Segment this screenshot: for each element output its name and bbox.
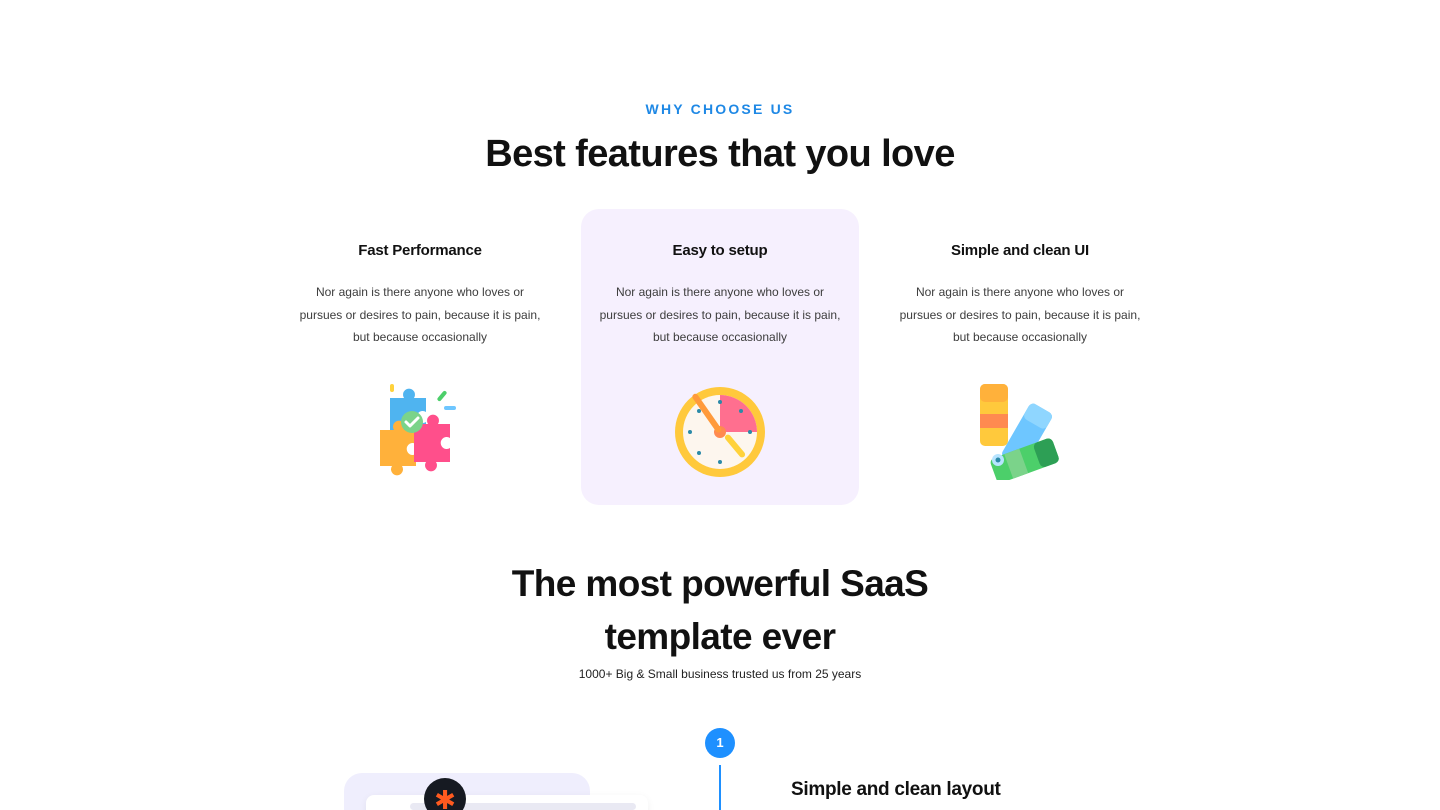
step-number-badge: 1 [705, 728, 735, 758]
feature-card-simple-ui: Simple and clean UI Nor again is there a… [881, 209, 1159, 505]
step-title: Simple and clean layout [791, 779, 1001, 800]
feature-title: Simple and clean UI [951, 242, 1089, 259]
step-connector-line [719, 765, 721, 810]
saas-title-line2: template ever [604, 616, 836, 657]
saas-title-line1: The most powerful SaaS [511, 563, 929, 604]
color-swatch-icon [980, 384, 1059, 480]
feature-card-easy-setup: Easy to setup Nor again is there anyone … [581, 209, 859, 505]
clock-icon [675, 387, 765, 477]
feature-title: Fast Performance [358, 242, 482, 259]
section-eyebrow: WHY CHOOSE US [645, 101, 795, 117]
feature-description: Nor again is there anyone who loves or p… [899, 285, 1141, 344]
feature-card-fast-performance: Fast Performance Nor again is there anyo… [281, 209, 559, 505]
saas-subtitle: 1000+ Big & Small business trusted us fr… [578, 667, 862, 681]
puzzle-icon [380, 384, 456, 476]
saas-title: The most powerful SaaS template ever [0, 557, 1440, 663]
feature-description: Nor again is there anyone who loves or p… [299, 285, 541, 344]
window-dots [374, 805, 395, 810]
feature-title: Easy to setup [672, 242, 768, 259]
section-headline: Best features that you love [485, 133, 955, 175]
feature-description: Nor again is there anyone who loves or p… [599, 285, 841, 344]
